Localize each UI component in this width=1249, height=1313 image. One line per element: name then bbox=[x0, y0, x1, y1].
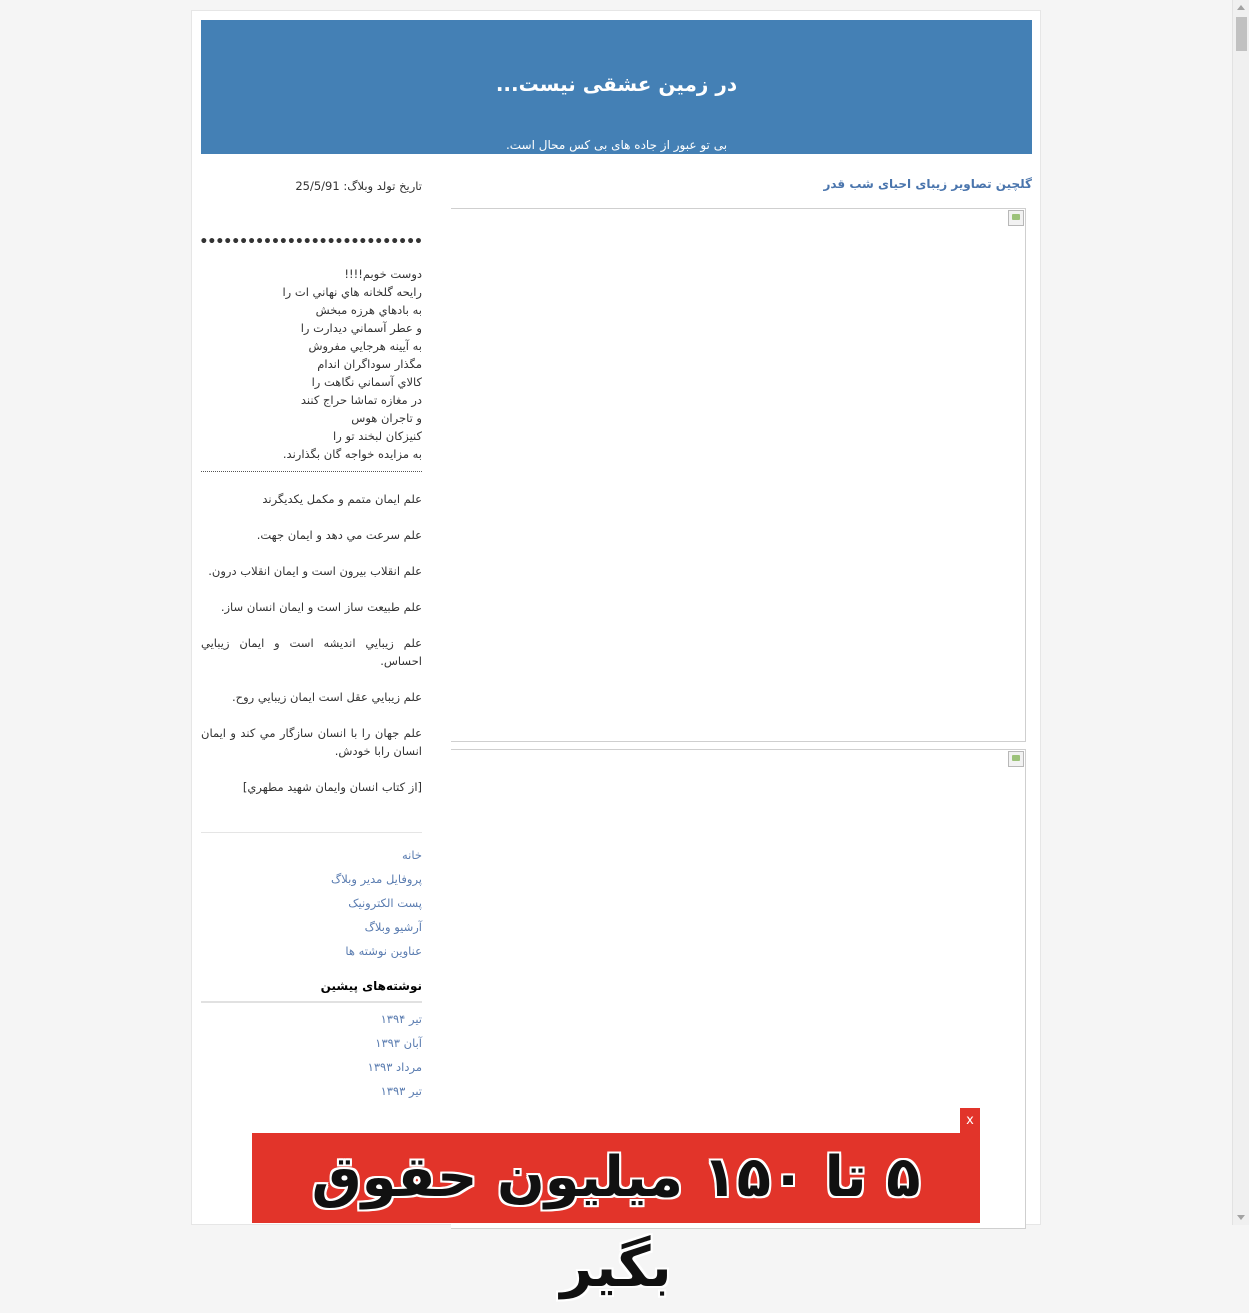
poem-line: و عطر آسماني ديدارت را bbox=[300, 321, 422, 335]
quote: علم طبيعت ساز است و ايمان انسان ساز. bbox=[220, 600, 422, 614]
broken-image-icon bbox=[1008, 751, 1024, 767]
dotted-divider: ••••••••••••••••••••••••••••••••••• bbox=[201, 234, 422, 250]
poem-line: مگذار سوداگران اندام bbox=[317, 357, 422, 371]
poem: دوست خوبم!!!! رايحه گلخانه هاي نهاني ات … bbox=[201, 265, 422, 463]
poem-line: در مغازه تماشا حراج کنند bbox=[300, 393, 422, 407]
sidebar-divider bbox=[201, 832, 422, 833]
poem-line: به بادهاي هرزه مبخش bbox=[315, 303, 422, 317]
ad-banner[interactable]: ۵ تا ۱۵۰ میلیون حقوق بگیر bbox=[252, 1133, 980, 1300]
poem-line: به آيينه هرجايي مفروش bbox=[308, 339, 422, 353]
ad-close-button[interactable]: x bbox=[960, 1108, 980, 1133]
blog-header: در زمین عشقی نیست... بی تو عبور از جاده … bbox=[201, 20, 1032, 154]
sidebar-links: خانه پروفایل مدیر وبلاگ پست الکترونیک آر… bbox=[201, 843, 422, 963]
ad-text: ۵ تا ۱۵۰ میلیون حقوق بگیر bbox=[311, 1145, 921, 1300]
quote: علم انقلاب بيرون است و ايمان انقلاب درون… bbox=[208, 564, 422, 578]
archive-title: نوشته‌های پیشین bbox=[201, 977, 422, 1003]
post-image-1 bbox=[451, 208, 1026, 742]
broken-image-icon bbox=[1008, 210, 1024, 226]
poem-line: به مزايده خواجه گان بگذارند. bbox=[282, 447, 422, 461]
quote: علم زيبايي عقل است ايمان زيبايي روح. bbox=[232, 690, 422, 704]
scroll-up-icon[interactable] bbox=[1237, 5, 1245, 10]
post-title[interactable]: گلچین تصاویر زیبای احیای شب قدر bbox=[451, 177, 1032, 191]
archive-list: تیر ۱۳۹۴ آبان ۱۳۹۳ مرداد ۱۳۹۳ تیر ۱۳۹۳ bbox=[201, 1007, 422, 1103]
scrollbar-thumb[interactable] bbox=[1236, 17, 1247, 51]
poem-line: و تاجران هوس bbox=[351, 411, 422, 425]
dotted-separator bbox=[201, 465, 422, 472]
archive-item[interactable]: مرداد ۱۳۹۳ bbox=[201, 1055, 422, 1079]
page-container: در زمین عشقی نیست... بی تو عبور از جاده … bbox=[191, 10, 1041, 1229]
main-content: گلچین تصاویر زیبای احیای شب قدر bbox=[451, 171, 1032, 1229]
quote: علم ايمان متمم و مکمل يکديگرند bbox=[262, 492, 422, 506]
sidebar: تاریخ تولد وبلاگ: 25/5/91 ••••••••••••••… bbox=[201, 171, 422, 1103]
blog-birth-date: تاریخ تولد وبلاگ: 25/5/91 bbox=[295, 179, 422, 193]
quotes: علم ايمان متمم و مکمل يکديگرند علم سرعت … bbox=[201, 490, 422, 796]
archive-item[interactable]: تیر ۱۳۹۳ bbox=[201, 1079, 422, 1103]
poem-line: رايحه گلخانه هاي نهاني ات را bbox=[282, 285, 422, 299]
link-email[interactable]: پست الکترونیک bbox=[201, 891, 422, 915]
vertical-scrollbar[interactable] bbox=[1232, 0, 1249, 1225]
quote: علم سرعت مي دهد و ايمان جهت. bbox=[256, 528, 422, 542]
poem-line: کنيزکان لبخند تو را bbox=[333, 429, 422, 443]
link-home[interactable]: خانه bbox=[201, 843, 422, 867]
quote: علم جهان را با انسان سازگار مي کند و ايم… bbox=[201, 726, 422, 758]
quote-source: [از کتاب انسان وايمان شهيد مطهري] bbox=[242, 780, 422, 794]
blog-title[interactable]: در زمین عشقی نیست... bbox=[201, 72, 1032, 96]
scroll-down-icon[interactable] bbox=[1237, 1215, 1245, 1220]
archive-item[interactable]: تیر ۱۳۹۴ bbox=[201, 1007, 422, 1031]
blog-description: بی تو عبور از جاده های بی کس محال است. bbox=[505, 138, 728, 152]
quote: علم زيبايي انديشه است و ايمان زيبايي احس… bbox=[201, 636, 422, 668]
poem-line: کالاي آسماني نگاهت را bbox=[311, 375, 422, 389]
link-profile[interactable]: پروفایل مدیر وبلاگ bbox=[201, 867, 422, 891]
archive-item[interactable]: آبان ۱۳۹۳ bbox=[201, 1031, 422, 1055]
link-archive[interactable]: آرشیو وبلاگ bbox=[201, 915, 422, 939]
poem-line: دوست خوبم!!!! bbox=[344, 267, 422, 281]
link-post-titles[interactable]: عناوین نوشته ها bbox=[201, 939, 422, 963]
